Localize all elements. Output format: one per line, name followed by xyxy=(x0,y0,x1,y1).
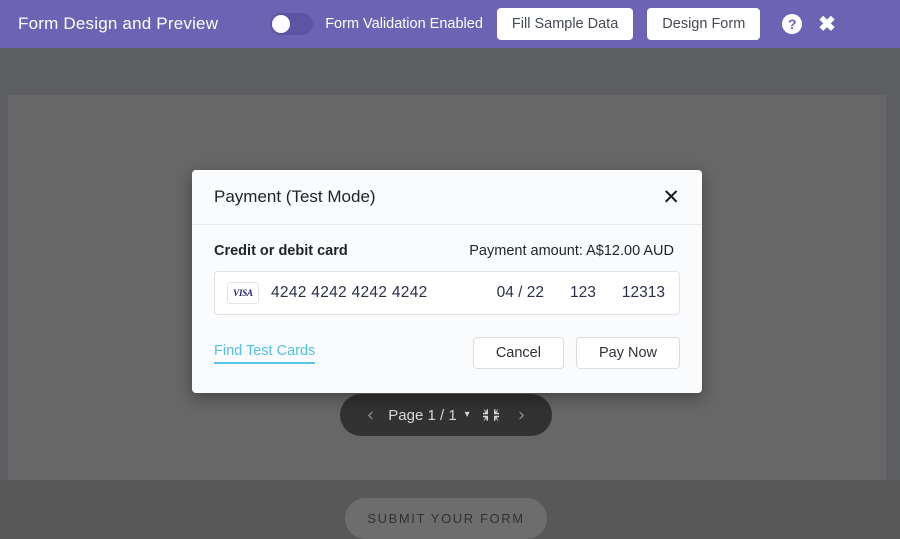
fill-sample-data-button[interactable]: Fill Sample Data xyxy=(497,8,633,40)
card-cvc-input[interactable]: 123 xyxy=(570,284,596,302)
submit-your-form-button[interactable]: SUBMIT YOUR FORM xyxy=(345,498,547,539)
form-validation-toggle-label: Form Validation Enabled xyxy=(325,16,483,32)
payment-amount-label: Payment amount: A$12.00 AUD xyxy=(469,243,680,259)
collapse-icon[interactable] xyxy=(482,406,500,424)
cancel-button[interactable]: Cancel xyxy=(473,337,564,369)
payment-modal-footer: Find Test Cards Cancel Pay Now xyxy=(192,315,702,393)
payment-modal: Payment (Test Mode) ✕ Credit or debit ca… xyxy=(192,170,702,393)
payment-modal-title: Payment (Test Mode) xyxy=(214,187,660,207)
visa-card-brand-icon: VISA xyxy=(227,282,259,304)
payment-modal-body: Credit or debit card Payment amount: A$1… xyxy=(192,225,702,315)
card-input-field[interactable]: VISA 4242 4242 4242 4242 04 / 22 123 123… xyxy=(214,271,680,315)
card-number-input[interactable]: 4242 4242 4242 4242 xyxy=(271,284,428,302)
form-validation-toggle-group: Form Validation Enabled xyxy=(270,13,483,35)
page-indicator-label[interactable]: Page 1 / 1 xyxy=(388,407,456,424)
visa-label: VISA xyxy=(233,288,253,298)
card-labels-row: Credit or debit card Payment amount: A$1… xyxy=(214,243,680,259)
pay-now-button[interactable]: Pay Now xyxy=(576,337,680,369)
app-header-bar: Form Design and Preview Form Validation … xyxy=(0,0,900,48)
close-icon[interactable]: ✕ xyxy=(660,185,682,210)
card-zip-input[interactable]: 12313 xyxy=(622,284,665,302)
page-navigation-pill: ‹ Page 1 / 1 ▾ › xyxy=(340,394,552,436)
card-expiry-input[interactable]: 04 / 22 xyxy=(497,284,544,302)
page-title: Form Design and Preview xyxy=(18,14,218,34)
help-icon[interactable]: ? xyxy=(782,14,802,34)
next-page-icon[interactable]: › xyxy=(512,406,532,425)
previous-page-icon[interactable]: ‹ xyxy=(361,406,381,425)
card-section-label: Credit or debit card xyxy=(214,243,348,259)
form-validation-toggle[interactable] xyxy=(270,13,313,35)
payment-modal-header: Payment (Test Mode) ✕ xyxy=(192,170,702,225)
find-test-cards-link[interactable]: Find Test Cards xyxy=(214,343,315,364)
close-icon[interactable]: ✖ xyxy=(818,14,836,35)
design-form-button[interactable]: Design Form xyxy=(647,8,760,40)
chevron-down-icon[interactable]: ▾ xyxy=(465,410,470,420)
toggle-knob xyxy=(272,15,290,33)
